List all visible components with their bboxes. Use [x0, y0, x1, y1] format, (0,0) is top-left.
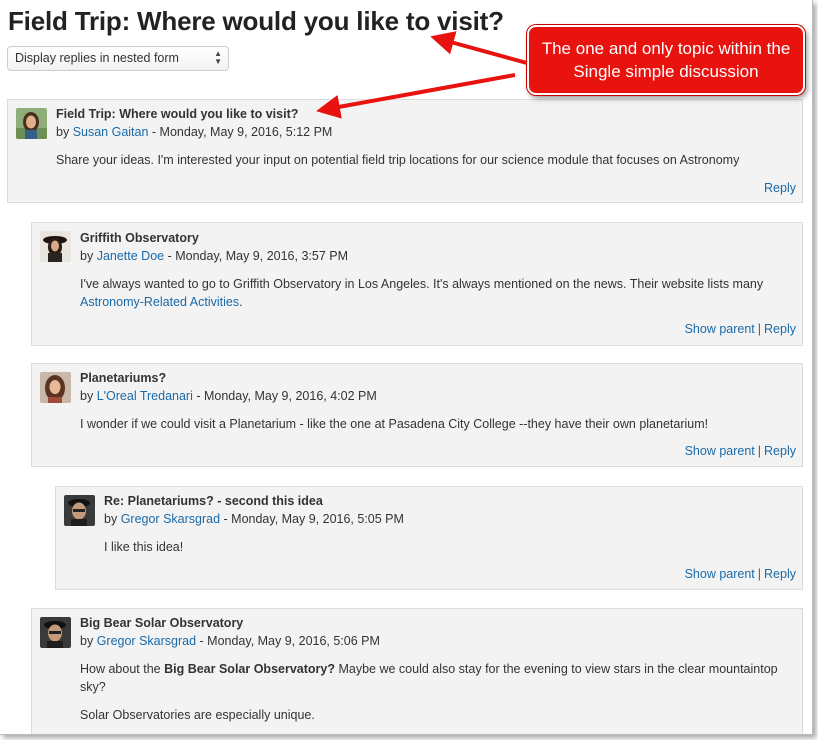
post-subject: Re: Planetariums? - second this idea — [104, 494, 323, 508]
avatar[interactable] — [40, 231, 71, 262]
astronomy-activities-link[interactable]: Astronomy-Related Activities — [80, 295, 239, 309]
arrow-to-title — [430, 31, 528, 65]
display-mode-select[interactable]: Display replies in nested form ▲ ▼ — [7, 46, 229, 71]
post-reply: Big Bear Solar Observatory by Gregor Ska… — [31, 608, 803, 734]
post-commands: Show parent | Reply — [684, 567, 796, 581]
post-subject: Big Bear Solar Observatory — [80, 616, 244, 630]
author-link[interactable]: Gregor Skarsgrad — [97, 634, 196, 648]
author-link[interactable]: Janette Doe — [97, 249, 164, 263]
post-reply: Planetariums? by L'Oreal Tredanari - Mon… — [31, 363, 803, 467]
post-content-paragraph: Solar Observatories are especially uniqu… — [80, 708, 315, 722]
avatar[interactable] — [64, 495, 95, 526]
author-link[interactable]: Susan Gaitan — [73, 125, 149, 139]
post-reply: Griffith Observatory by Janette Doe - Mo… — [31, 222, 803, 346]
author-link[interactable]: L'Oreal Tredanari — [97, 389, 193, 403]
display-mode-value: Display replies in nested form — [15, 51, 179, 65]
post-content: How about the Big Bear Solar Observatory… — [80, 662, 778, 694]
post-byline: by L'Oreal Tredanari - Monday, May 9, 20… — [80, 389, 377, 403]
post-subject: Planetariums? — [80, 371, 167, 385]
page-title: Field Trip: Where would you like to visi… — [8, 6, 504, 36]
avatar[interactable] — [16, 108, 47, 139]
post-content: Share your ideas. I'm interested your in… — [56, 153, 740, 167]
post-byline: by Gregor Skarsgrad - Monday, May 9, 201… — [80, 634, 380, 648]
reply-link[interactable]: Reply — [764, 444, 796, 458]
post-commands: Show parent | Reply — [684, 322, 796, 336]
show-parent-link[interactable]: Show parent — [685, 322, 755, 336]
show-parent-link[interactable]: Show parent — [685, 567, 755, 581]
select-arrows-icon: ▲ ▼ — [214, 49, 222, 66]
author-link[interactable]: Gregor Skarsgrad — [121, 512, 220, 526]
post-content: I've always wanted to go to Griffith Obs… — [80, 277, 764, 309]
post-commands: Reply — [764, 181, 796, 195]
post-content: I wonder if we could visit a Planetarium… — [80, 417, 709, 431]
post-byline: by Gregor Skarsgrad - Monday, May 9, 201… — [104, 512, 404, 526]
avatar[interactable] — [40, 372, 71, 403]
avatar[interactable] — [40, 617, 71, 648]
reply-link[interactable]: Reply — [764, 567, 796, 581]
post-reply: Re: Planetariums? - second this idea by … — [55, 486, 803, 590]
post-topic: Field Trip: Where would you like to visi… — [7, 99, 803, 203]
post-byline: by Janette Doe - Monday, May 9, 2016, 3:… — [80, 249, 348, 263]
forum-discussion-page: Field Trip: Where would you like to visi… — [0, 0, 813, 735]
annotation-callout: The one and only topic within the Single … — [527, 25, 805, 95]
post-byline: by Susan Gaitan - Monday, May 9, 2016, 5… — [56, 125, 333, 139]
post-content: I like this idea! — [104, 540, 184, 554]
post-subject: Field Trip: Where would you like to visi… — [56, 107, 299, 121]
reply-link[interactable]: Reply — [764, 181, 796, 195]
post-subject: Griffith Observatory — [80, 231, 199, 245]
reply-link[interactable]: Reply — [764, 322, 796, 336]
post-commands: Show parent | Reply — [684, 444, 796, 458]
show-parent-link[interactable]: Show parent — [685, 444, 755, 458]
